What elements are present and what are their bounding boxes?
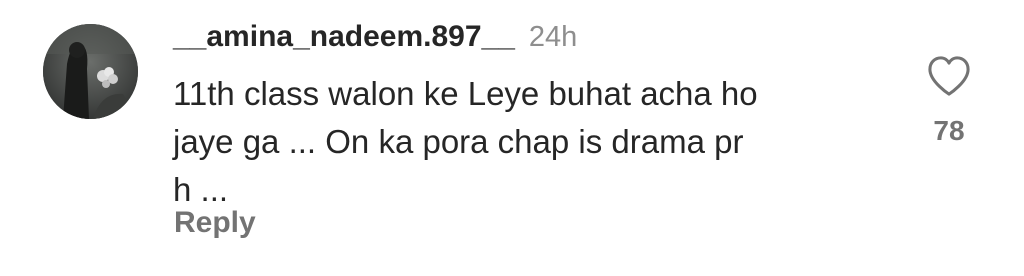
comment-item: __amina_nadeem.897__ 24h 11th class walo… [0, 0, 1024, 276]
heart-outline-icon[interactable] [926, 55, 972, 97]
comment-text: 11th class walon ke Leye buhat acha ho j… [173, 70, 873, 214]
comment-text-line: h ... [173, 171, 229, 208]
avatar-image [43, 24, 138, 119]
comment-text-line: 11th class walon ke Leye buhat acha ho [173, 75, 758, 112]
reply-button[interactable]: Reply [174, 206, 256, 240]
comment-header: __amina_nadeem.897__ 24h [173, 20, 577, 60]
like-count: 78 [933, 115, 965, 146]
timestamp: 24h [528, 21, 578, 53]
like-control: 78 [920, 55, 978, 150]
avatar[interactable] [43, 24, 138, 119]
comment-text-line: jaye ga ... On ka pora chap is drama pr [173, 123, 744, 160]
username[interactable]: __amina_nadeem.897__ [173, 20, 515, 54]
